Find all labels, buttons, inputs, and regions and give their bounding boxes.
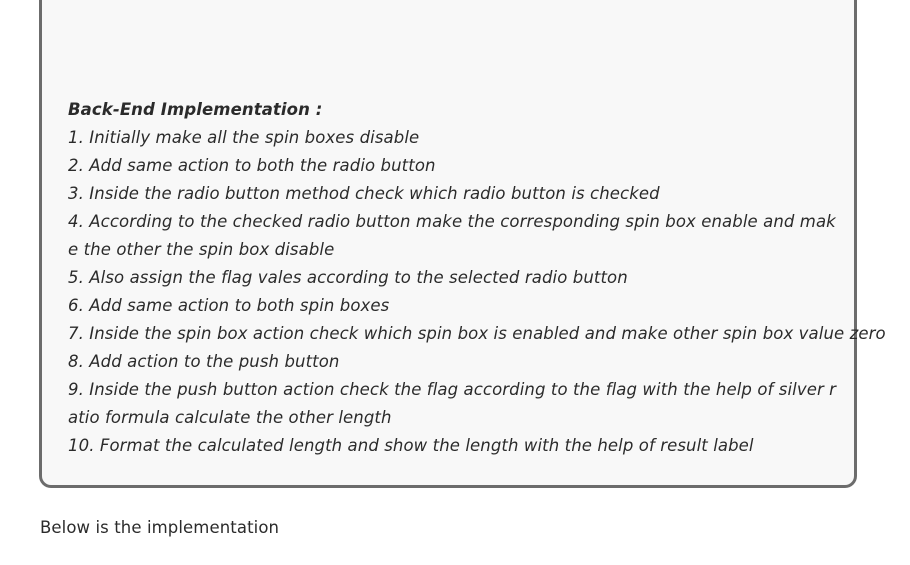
step-item: 5. Also assign the flag vales according … [68, 268, 628, 287]
step-item: 10. Format the calculated length and sho… [68, 436, 754, 455]
page: Back-End Implementation : 1. Initially m… [0, 0, 910, 565]
step-item: 3. Inside the radio button method check … [68, 184, 660, 203]
step-item: 1. Initially make all the spin boxes dis… [68, 128, 420, 147]
card-content: Back-End Implementation : 1. Initially m… [68, 96, 886, 460]
step-item: 8. Add action to the push button [68, 352, 340, 371]
below-text: Below is the implementation [40, 518, 280, 537]
code-card: Back-End Implementation : 1. Initially m… [39, 0, 886, 488]
step-item: 6. Add same action to both spin boxes [68, 296, 390, 315]
step-item: 2. Add same action to both the radio but… [68, 156, 436, 175]
section-heading: Back-End Implementation : [68, 100, 323, 119]
step-item: 9. Inside the push button action check t… [68, 380, 837, 427]
step-item: 4. According to the checked radio button… [68, 212, 836, 259]
step-item: 7. Inside the spin box action check whic… [68, 324, 886, 343]
